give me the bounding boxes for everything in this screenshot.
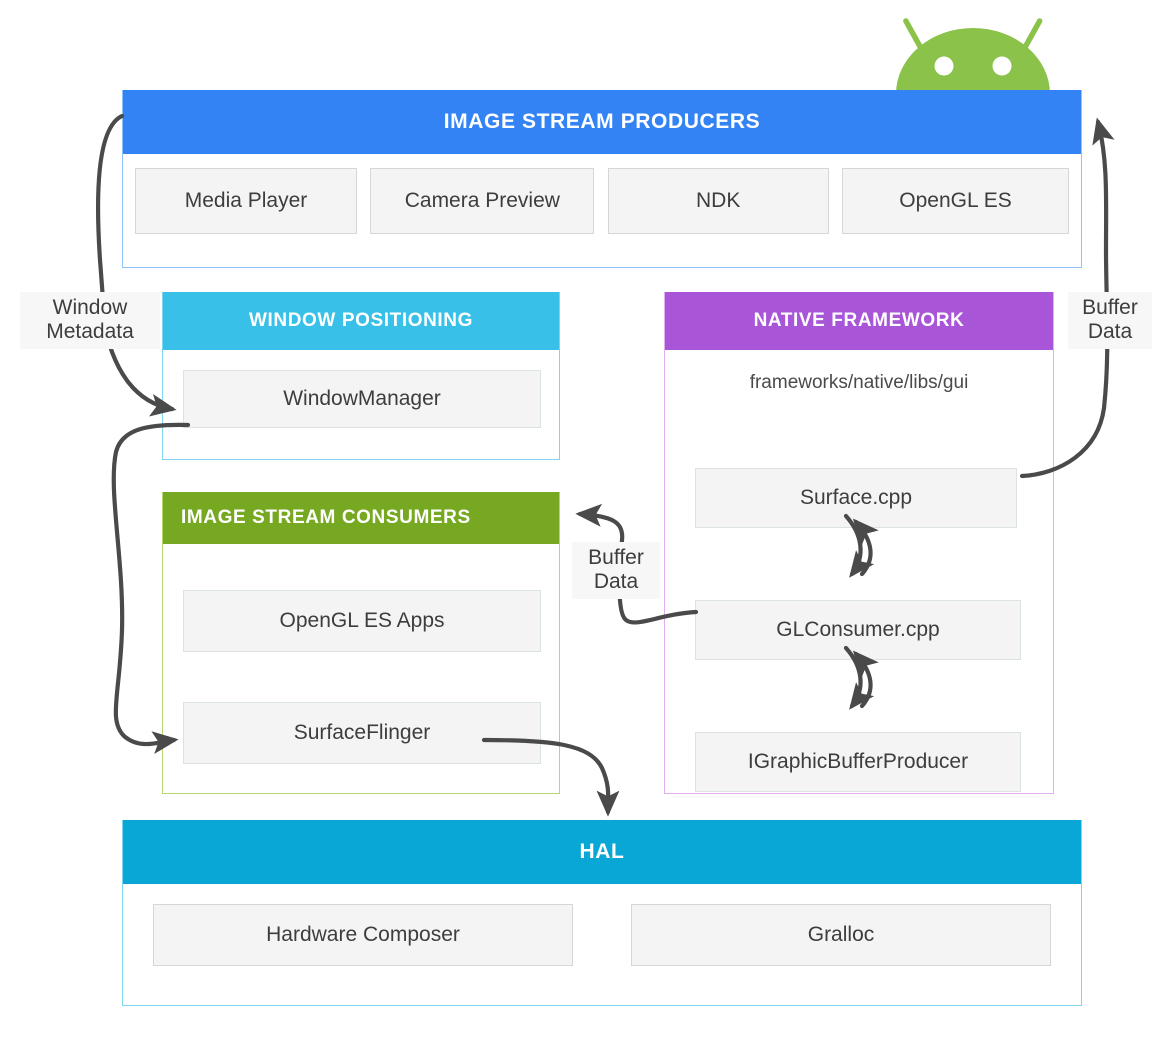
- node-surface-cpp[interactable]: Surface.cpp: [695, 468, 1017, 528]
- node-igraphicbufferproducer[interactable]: IGraphicBufferProducer: [695, 732, 1021, 792]
- node-media-player[interactable]: Media Player: [135, 168, 357, 234]
- node-hardware-composer[interactable]: Hardware Composer: [153, 904, 573, 966]
- native-framework-body: frameworks/native/libs/gui Surface.cpp G…: [665, 350, 1053, 792]
- diagram-canvas: IMAGE STREAM PRODUCERS Media Player Came…: [0, 0, 1168, 1052]
- node-ndk[interactable]: NDK: [607, 168, 829, 234]
- producers-node-row: Media Player Camera Preview NDK OpenGL E…: [123, 154, 1081, 234]
- edge-label-buffer-data-middle: Buffer Data: [572, 542, 660, 599]
- section-header-consumers: IMAGE STREAM CONSUMERS: [163, 492, 559, 544]
- node-opengl-es[interactable]: OpenGL ES: [841, 168, 1069, 234]
- section-header-native-framework: NATIVE FRAMEWORK: [665, 292, 1053, 350]
- section-native-framework: NATIVE FRAMEWORK frameworks/native/libs/…: [664, 292, 1054, 794]
- native-framework-path: frameworks/native/libs/gui: [749, 372, 969, 393]
- android-robot-logo: [896, 18, 1050, 94]
- section-image-stream-producers: IMAGE STREAM PRODUCERS Media Player Came…: [122, 90, 1082, 268]
- node-gralloc[interactable]: Gralloc: [631, 904, 1051, 966]
- node-surfaceflinger[interactable]: SurfaceFlinger: [183, 702, 541, 764]
- hal-node-row: Hardware Composer Gralloc: [123, 884, 1081, 966]
- edge-label-buffer-data-right: Buffer Data: [1068, 292, 1152, 349]
- section-header-hal: HAL: [123, 820, 1081, 884]
- node-opengl-es-apps[interactable]: OpenGL ES Apps: [183, 590, 541, 652]
- node-camera-preview[interactable]: Camera Preview: [370, 168, 595, 234]
- edge-label-window-metadata: Window Metadata: [20, 292, 160, 349]
- section-hal: HAL Hardware Composer Gralloc: [122, 820, 1082, 1006]
- section-header-window-positioning: WINDOW POSITIONING: [163, 292, 559, 350]
- node-windowmanager[interactable]: WindowManager: [183, 370, 541, 428]
- section-image-stream-consumers: IMAGE STREAM CONSUMERS OpenGL ES Apps Su…: [162, 492, 560, 794]
- section-window-positioning: WINDOW POSITIONING WindowManager: [162, 292, 560, 460]
- node-glconsumer-cpp[interactable]: GLConsumer.cpp: [695, 600, 1021, 660]
- section-header-producers: IMAGE STREAM PRODUCERS: [123, 90, 1081, 154]
